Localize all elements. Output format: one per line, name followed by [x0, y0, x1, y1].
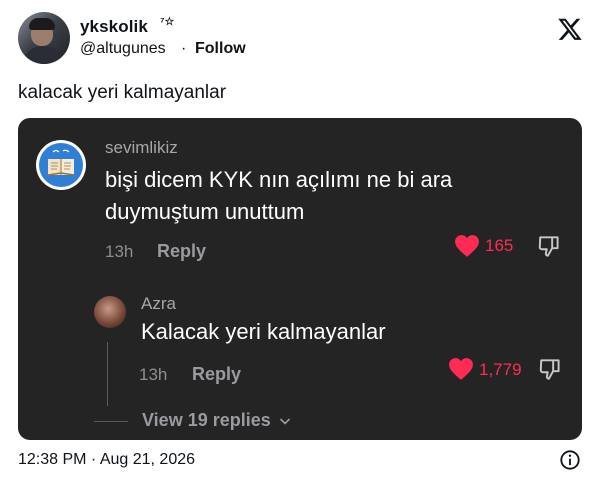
author-badge: ⁷☆: [160, 16, 175, 28]
like-heart-icon[interactable]: [448, 357, 474, 381]
embedded-comments-screenshot: sevimlikiz bişi dicem KYK nın açılımı ne…: [18, 118, 582, 440]
reply-reply-button[interactable]: Reply: [192, 364, 241, 385]
author-handle[interactable]: @altugunes: [80, 40, 166, 58]
book-icon: [47, 149, 75, 176]
comment-text: bişi dicem KYK nın açılımı ne bi ara duy…: [105, 167, 453, 224]
handle-separator: ·: [181, 40, 187, 57]
comment-like-count: 165: [485, 236, 514, 255]
commenter-username[interactable]: sevimlikiz: [105, 138, 178, 158]
replier-username[interactable]: Azra: [141, 294, 176, 314]
replier-avatar[interactable]: [94, 296, 126, 328]
view-replies-label: View 19 replies: [142, 410, 271, 430]
x-logo-icon[interactable]: [557, 16, 583, 42]
reply-time: 13h: [139, 365, 168, 384]
tweet-timestamp[interactable]: 12:38 PM · Aug 21, 2026: [18, 451, 195, 469]
comment-time: 13h: [105, 242, 134, 261]
follow-button[interactable]: Follow: [195, 40, 246, 58]
author-name[interactable]: ykskolik: [80, 17, 148, 37]
chevron-down-icon: [279, 418, 290, 425]
tweet-text: kalacak yeri kalmayanlar: [18, 82, 227, 103]
commenter-avatar[interactable]: [36, 140, 86, 190]
comment-reply-button[interactable]: Reply: [157, 241, 206, 262]
reply-text: Kalacak yeri kalmayanlar: [141, 319, 386, 344]
tweet-header: ykskolik ⁷☆ @altugunes · Follow: [18, 12, 588, 68]
reply-like-count: 1,779: [479, 360, 522, 379]
dislike-icon[interactable]: [537, 233, 563, 259]
avatar-body: [22, 46, 64, 64]
book-avatar-icon: [39, 143, 83, 187]
avatar-hair: [29, 18, 55, 30]
view-replies-button[interactable]: View 19 replies: [142, 410, 291, 431]
info-icon[interactable]: [559, 449, 581, 471]
author-avatar[interactable]: [18, 12, 70, 64]
thread-line: [107, 342, 108, 406]
like-heart-icon[interactable]: [454, 234, 480, 258]
dislike-icon[interactable]: [538, 356, 564, 382]
thread-connector: [94, 421, 128, 422]
